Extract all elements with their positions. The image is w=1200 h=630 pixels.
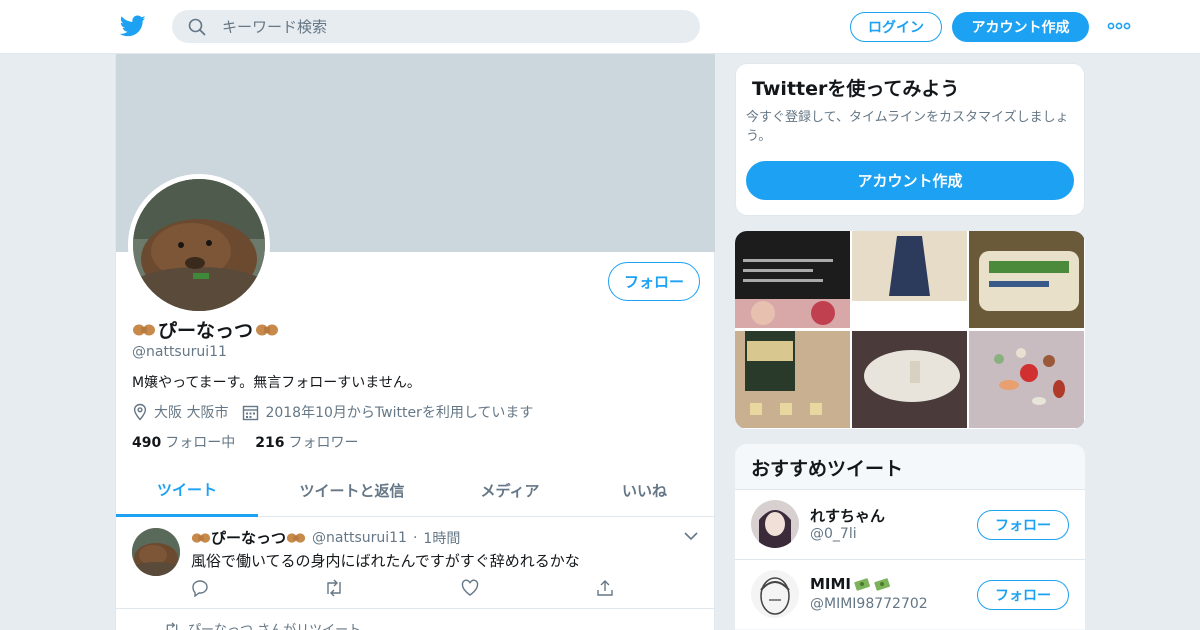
retweet-context-text: ぴーなっつ さんがリツイート — [188, 619, 361, 630]
tweet-separator: · — [412, 529, 418, 546]
profile-tabs: ツイート ツイートと返信 メディア いいね — [116, 464, 715, 517]
profile-joined-date: 2018年10月からTwitterを利用しています — [265, 405, 534, 421]
tweet-text: 風俗で働いてるの身内にばれたんですがすぐ辞めれるかな — [191, 552, 580, 570]
profile-handle: @nattsurui11 — [132, 344, 227, 360]
media-thumbnail[interactable] — [852, 331, 967, 428]
signup-card-description: 今すぐ登録して、タイムラインをカスタマイズしましょう。 — [746, 110, 1069, 144]
peanut-icon — [256, 324, 279, 335]
avatar[interactable] — [751, 570, 799, 618]
retweet-icon[interactable] — [324, 579, 344, 601]
media-thumbnail[interactable] — [852, 231, 967, 328]
tweet-item[interactable]: ぴーなっつ @nattsurui11 · 1時間 風俗で働いてるの身内にばれたん… — [116, 517, 715, 609]
tweet-actions — [191, 579, 621, 598]
search-box[interactable] — [172, 10, 700, 43]
media-thumbnail[interactable] — [969, 331, 1084, 428]
media-grid — [735, 231, 1085, 429]
profile-bio: M嬢やってまーす。無言フォローすいません。 — [132, 375, 421, 391]
reply-icon[interactable] — [191, 579, 209, 601]
top-nav-bar: ログイン アカウント作成 — [0, 0, 1200, 54]
recommended-account[interactable]: れすちゃん @0_7li フォロー — [735, 489, 1085, 559]
signup-card-button[interactable]: アカウント作成 — [746, 161, 1074, 200]
recommended-account-name: MIMI — [810, 575, 891, 593]
tab-likes[interactable]: いいね — [574, 464, 715, 517]
profile-location: 大阪 大阪市 — [154, 405, 229, 421]
tweet-author-handle[interactable]: @nattsurui11 — [312, 530, 407, 546]
tab-tweets[interactable]: ツイート — [116, 464, 258, 517]
profile-timeline-column: フォロー ぴーなっつ @nattsurui11 M嬢やってまーす。無言フォローす… — [115, 54, 715, 630]
tweet-time[interactable]: 1時間 — [423, 528, 460, 548]
like-heart-icon[interactable] — [461, 579, 479, 601]
profile-stats: 490 フォロー中 216 フォロワー — [132, 432, 358, 452]
retweet-context: ぴーなっつ さんがリツイート — [164, 619, 361, 630]
login-button[interactable]: ログイン — [850, 12, 942, 42]
media-thumbnail[interactable] — [969, 231, 1084, 328]
follow-button[interactable]: フォロー — [977, 580, 1069, 610]
peanut-icon — [133, 324, 155, 335]
money-icon — [854, 578, 870, 591]
profile-name: ぴーなっつ — [132, 316, 279, 343]
media-thumbnail[interactable] — [735, 331, 850, 428]
followers-stat[interactable]: 216 フォロワー — [255, 432, 358, 452]
recommended-account-name: れすちゃん — [810, 507, 886, 525]
profile-avatar[interactable] — [128, 174, 270, 316]
tweet-author-name[interactable]: ぴーなっつ — [191, 527, 306, 548]
signup-card: Twitterを使ってみよう 今すぐ登録して、タイムラインをカスタマイズしましょ… — [735, 63, 1085, 216]
recommended-account-handle: @0_7li — [810, 526, 857, 542]
search-input[interactable] — [222, 10, 682, 43]
avatar[interactable] — [751, 500, 799, 548]
follow-button[interactable]: フォロー — [977, 510, 1069, 540]
tweet-header: ぴーなっつ @nattsurui11 · 1時間 — [191, 527, 460, 548]
recommended-account[interactable]: MIMI @MIMI98772702 フォロー — [735, 559, 1085, 629]
money-icon — [874, 578, 890, 591]
recommended-title: おすすめツイート — [751, 458, 904, 480]
tab-tweets-and-replies[interactable]: ツイートと返信 — [258, 464, 446, 517]
tab-media[interactable]: メディア — [446, 464, 574, 517]
location-icon — [132, 403, 148, 421]
share-icon[interactable] — [596, 579, 614, 601]
profile-name-text: ぴーなっつ — [158, 320, 254, 342]
chevron-down-icon[interactable] — [684, 531, 698, 541]
search-icon — [188, 18, 206, 36]
following-stat[interactable]: 490 フォロー中 — [132, 432, 235, 452]
recommended-account-handle: @MIMI98772702 — [810, 596, 928, 612]
signup-button[interactable]: アカウント作成 — [952, 12, 1089, 42]
calendar-icon — [242, 404, 259, 421]
retweet-icon — [166, 621, 178, 630]
twitter-bird-icon[interactable] — [120, 13, 146, 39]
follow-button[interactable]: フォロー — [608, 262, 700, 301]
signup-card-title: Twitterを使ってみよう — [752, 78, 960, 100]
profile-meta: 大阪 大阪市 2018年10月からTwitterを利用しています — [132, 402, 533, 422]
peanut-icon — [286, 532, 306, 543]
media-thumbnail[interactable] — [735, 231, 850, 328]
peanut-icon — [191, 532, 211, 543]
tweet-author-avatar[interactable] — [132, 528, 180, 576]
recommended-tweets-card: おすすめツイート れすちゃん @0_7li フォロー MIMI @MIMI987… — [735, 444, 1085, 630]
more-options-icon[interactable] — [1107, 18, 1131, 34]
